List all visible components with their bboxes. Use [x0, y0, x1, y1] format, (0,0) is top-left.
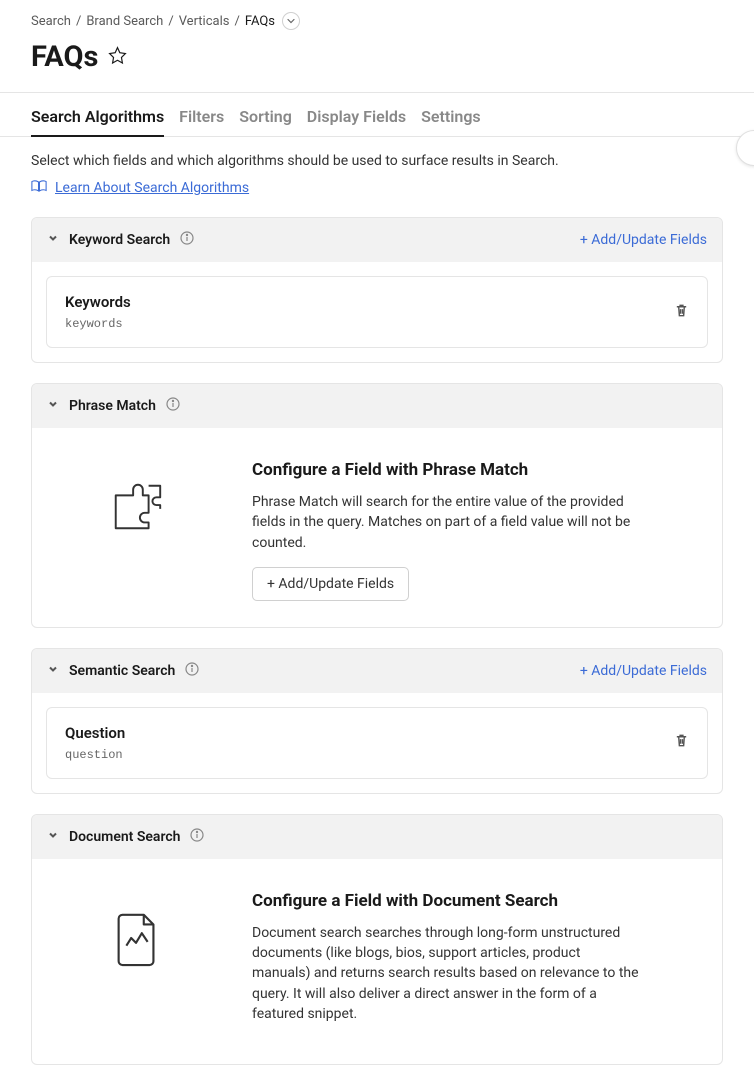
field-card-keywords: Keywords keywords: [46, 276, 708, 348]
empty-state-description: Phrase Match will search for the entire …: [252, 492, 642, 553]
empty-state-description: Document search searches through long-fo…: [252, 923, 642, 1024]
chevron-down-icon[interactable]: [47, 232, 59, 248]
info-icon[interactable]: [166, 397, 180, 415]
info-icon[interactable]: [190, 828, 204, 846]
section-semantic-search: Semantic Search + Add/Update Fields Ques…: [31, 648, 723, 794]
star-icon[interactable]: [108, 46, 127, 69]
field-name: Question: [65, 724, 125, 742]
tab-settings[interactable]: Settings: [421, 101, 481, 136]
breadcrumb-item[interactable]: Verticals: [179, 14, 230, 29]
info-icon[interactable]: [180, 231, 194, 249]
breadcrumb-item[interactable]: Brand Search: [86, 14, 163, 29]
tab-display-fields[interactable]: Display Fields: [307, 101, 406, 136]
field-code: question: [65, 748, 125, 762]
document-icon: [62, 891, 212, 967]
field-card-question: Question question: [46, 707, 708, 779]
info-icon[interactable]: [185, 662, 199, 680]
section-title: Document Search: [69, 829, 180, 845]
section-keyword-search: Keyword Search + Add/Update Fields Keywo…: [31, 217, 723, 363]
section-phrase-match: Phrase Match Configure a Field w: [31, 383, 723, 628]
section-title: Keyword Search: [69, 232, 170, 248]
trash-icon[interactable]: [674, 733, 689, 752]
chevron-down-icon[interactable]: [47, 829, 59, 845]
empty-state-title: Configure a Field with Phrase Match: [252, 460, 692, 480]
section-document-search: Document Search C: [31, 814, 723, 1065]
chevron-down-icon[interactable]: [47, 663, 59, 679]
empty-state-title: Configure a Field with Document Search: [252, 891, 692, 911]
section-title: Semantic Search: [69, 663, 175, 679]
tab-search-algorithms[interactable]: Search Algorithms: [31, 101, 164, 136]
tabs: Search Algorithms Filters Sorting Displa…: [0, 101, 754, 137]
field-code: keywords: [65, 317, 131, 331]
section-title: Phrase Match: [69, 398, 156, 414]
tab-sorting[interactable]: Sorting: [239, 101, 292, 136]
field-name: Keywords: [65, 293, 131, 311]
add-update-fields-button[interactable]: + Add/Update Fields: [252, 567, 409, 601]
breadcrumb: Search / Brand Search / Verticals / FAQs: [0, 0, 754, 36]
chevron-down-icon[interactable]: [47, 398, 59, 414]
puzzle-icon: [62, 460, 212, 536]
add-update-fields-link[interactable]: + Add/Update Fields: [580, 663, 707, 679]
trash-icon[interactable]: [674, 303, 689, 322]
tab-filters[interactable]: Filters: [179, 101, 224, 136]
description-text: Select which fields and which algorithms…: [31, 153, 723, 169]
breadcrumb-item[interactable]: Search: [31, 14, 71, 29]
breadcrumb-current: FAQs: [245, 14, 275, 29]
book-icon: [31, 179, 47, 197]
add-update-fields-link[interactable]: + Add/Update Fields: [580, 232, 707, 248]
breadcrumb-dropdown-button[interactable]: [282, 12, 300, 30]
page-title: FAQs: [31, 40, 98, 74]
learn-about-link[interactable]: Learn About Search Algorithms: [55, 180, 249, 196]
